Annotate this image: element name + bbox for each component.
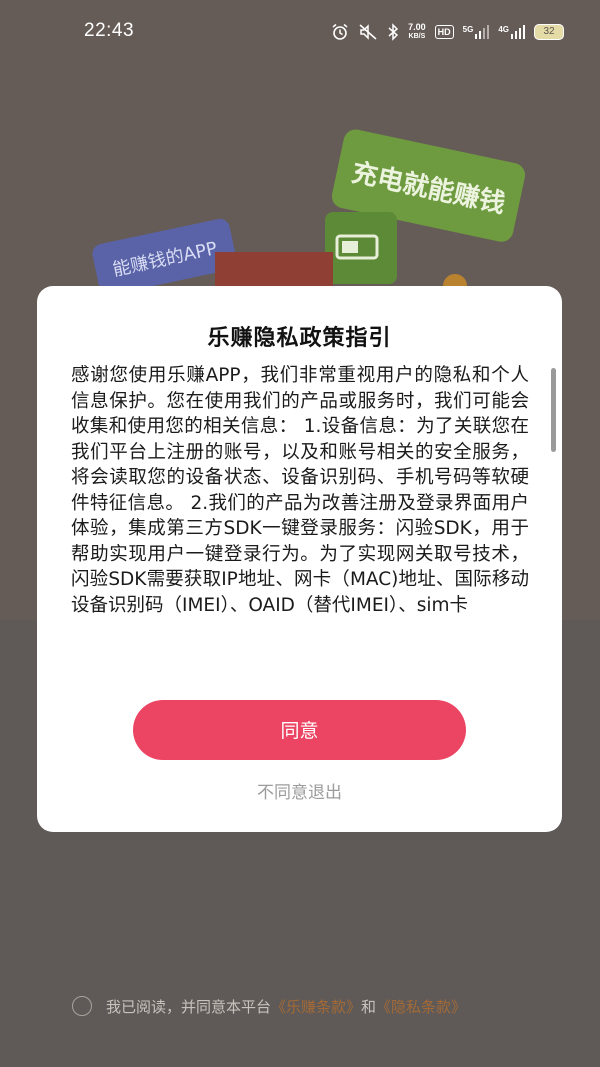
status-time: 22:43 <box>84 20 135 41</box>
hd-badge: HD <box>434 25 454 39</box>
consent-row: 我已阅读，并同意本平台 《乐赚条款》 和 《隐私条款》 <box>72 994 466 1018</box>
status-bar: 22:43 7.00 KB/S HD 5G 4G 32 <box>0 0 600 62</box>
terms-link[interactable]: 《乐赚条款》 <box>271 996 361 1017</box>
signal-icon: 5G <box>463 25 490 39</box>
signal2-label: 4G <box>498 25 509 34</box>
privacy-dialog: 乐赚隐私政策指引 感谢您使用乐赚APP，我们非常重视用户的隐私和个人信息保护。您… <box>37 286 562 832</box>
net-speed: 7.00 KB/S <box>408 23 426 41</box>
agree-button[interactable]: 同意 <box>133 700 466 760</box>
privacy-link[interactable]: 《隐私条款》 <box>376 996 466 1017</box>
mute-icon <box>359 24 377 40</box>
consent-conjunction: 和 <box>361 997 377 1016</box>
consent-checkbox[interactable] <box>72 996 92 1016</box>
status-icons: 7.00 KB/S HD 5G 4G 32 <box>331 20 564 44</box>
scrollbar[interactable] <box>551 368 556 452</box>
battery-icon: 32 <box>534 24 564 40</box>
signal1-label: 5G <box>462 25 474 34</box>
decline-exit-button[interactable]: 不同意退出 <box>37 778 562 803</box>
dialog-title: 乐赚隐私政策指引 <box>207 326 392 351</box>
alarm-icon <box>332 23 348 40</box>
privacy-policy-text[interactable]: 感谢您使用乐赚APP，我们非常重视用户的隐私和个人信息保护。您在使用我们的产品或… <box>71 363 529 675</box>
signal-icon-2: 4G <box>498 25 525 39</box>
net-speed-unit: KB/S <box>408 33 426 40</box>
bluetooth-icon <box>388 23 399 41</box>
net-speed-value: 7.00 <box>408 22 426 32</box>
consent-text: 我已阅读，并同意本平台 <box>106 997 272 1016</box>
